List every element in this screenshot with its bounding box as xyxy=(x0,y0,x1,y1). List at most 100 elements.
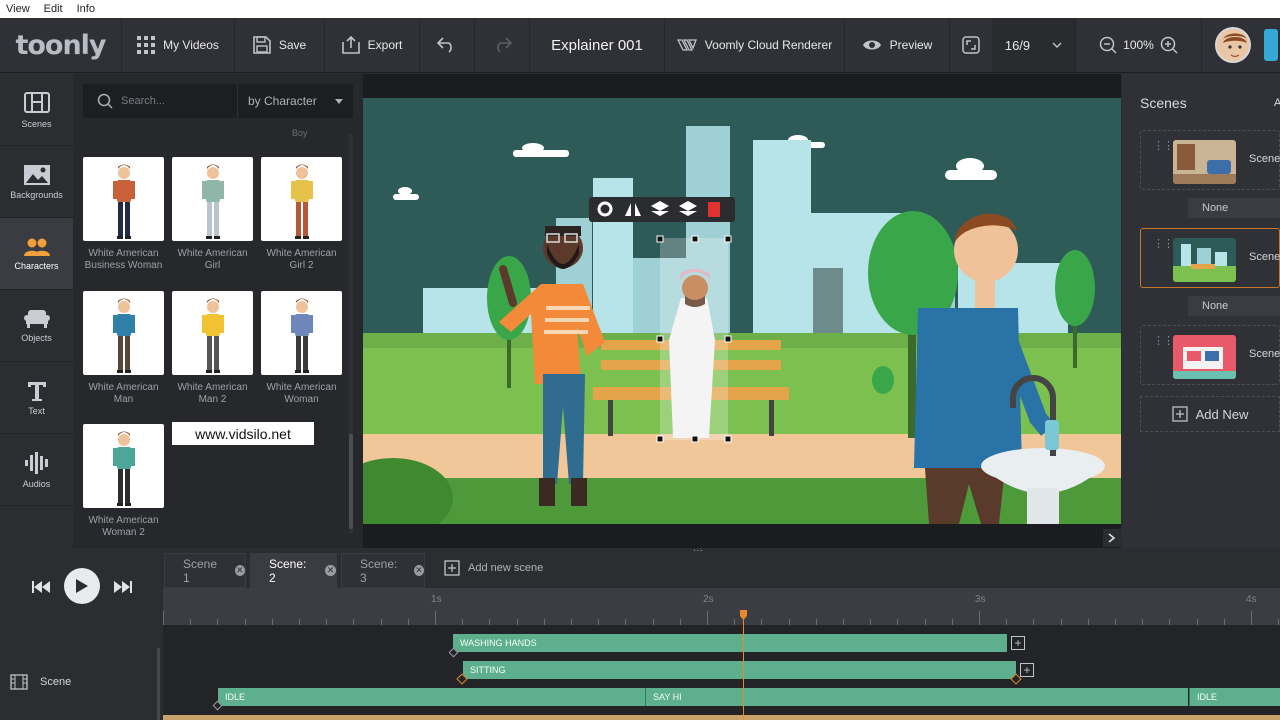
eye-icon xyxy=(862,40,881,50)
delete-icon[interactable] xyxy=(708,202,720,217)
user-avatar-area[interactable] xyxy=(1202,18,1264,72)
undo-button[interactable] xyxy=(420,18,475,72)
preview-button[interactable]: Preview xyxy=(845,18,950,72)
export-button[interactable]: Export xyxy=(325,18,420,72)
scene-card-3[interactable]: ⋮⋮ Scene xyxy=(1140,325,1280,385)
backgrounds-icon xyxy=(23,164,50,185)
scenes-panel-title-extra: A xyxy=(1274,97,1280,109)
scene-name-2: Scene xyxy=(1249,251,1280,263)
filter-select[interactable]: by Character xyxy=(237,84,353,118)
close-icon[interactable]: ✕ xyxy=(325,565,336,576)
close-icon[interactable]: ✕ xyxy=(234,565,245,576)
track-idle-1[interactable]: IDLE xyxy=(218,688,645,706)
export-icon xyxy=(341,36,360,54)
add-new-scene-tab-button[interactable]: Add new scene xyxy=(444,560,543,576)
menu-view[interactable]: View xyxy=(6,3,30,15)
timeline-scene-tabs: ··· Scene 1 ✕ Scene: 2 ✕ Scene: 3 ✕ Add … xyxy=(0,546,1280,588)
scene-name-3: Scene xyxy=(1249,348,1280,360)
track-idle-1-label: IDLE xyxy=(225,692,246,702)
tab-scene-3[interactable]: Scene: 3 ✕ xyxy=(341,553,425,588)
scene-canvas[interactable] xyxy=(363,98,1121,524)
avatar[interactable] xyxy=(1215,27,1251,63)
nav-objects[interactable]: Objects xyxy=(0,290,73,362)
transition-select-2[interactable]: None xyxy=(1188,296,1280,316)
drag-handle-icon[interactable]: ⋮⋮ xyxy=(1153,237,1174,250)
track-sitting[interactable]: SITTING xyxy=(463,661,1016,679)
aspect-ratio-select[interactable]: 16/9 xyxy=(992,18,1076,72)
add-new-scene-button[interactable]: Add New xyxy=(1140,396,1280,432)
character-card[interactable]: White American Man 2 xyxy=(172,291,253,406)
scene-name-1: Scene xyxy=(1249,153,1280,165)
drag-handle-icon[interactable]: ⋮⋮ xyxy=(1153,139,1174,152)
drag-handle-icon[interactable]: ⋮⋮ xyxy=(1153,334,1174,347)
nav-backgrounds[interactable]: Backgrounds xyxy=(0,146,73,218)
character-card[interactable]: White American Man xyxy=(83,291,164,406)
tab-scene-1[interactable]: Scene 1 ✕ xyxy=(164,553,246,588)
add-new-label: Add New xyxy=(1195,406,1249,422)
character-thumbnail xyxy=(83,424,164,508)
save-icon xyxy=(253,36,271,54)
skip-back-icon[interactable] xyxy=(32,580,50,594)
preview-label: Preview xyxy=(889,38,933,52)
character-card[interactable]: White American Woman xyxy=(261,291,342,406)
save-button[interactable]: Save xyxy=(235,18,325,72)
menu-bar: View Edit Info xyxy=(0,0,1280,18)
ruler-tick xyxy=(1251,611,1252,625)
zoom-out-icon[interactable] xyxy=(1099,36,1117,54)
character-card[interactable]: White American Girl 2 xyxy=(261,157,342,272)
my-videos-button[interactable]: My Videos xyxy=(122,18,235,72)
tab-scene-2[interactable]: Scene: 2 ✕ xyxy=(250,553,337,588)
track-sitting-label: SITTING xyxy=(470,665,506,675)
character-thumbnail xyxy=(261,291,342,375)
track-washing-hands[interactable]: WASHING HANDS xyxy=(453,634,1007,652)
chevron-down-icon xyxy=(1052,42,1062,48)
character-thumbnail xyxy=(261,157,342,241)
playhead[interactable] xyxy=(743,612,744,720)
zoom-in-icon[interactable] xyxy=(1160,36,1178,54)
close-icon[interactable]: ✕ xyxy=(413,565,424,576)
tab-scene-2-label: Scene: 2 xyxy=(269,556,307,585)
my-videos-label: My Videos xyxy=(163,38,219,52)
library-scrollbar[interactable] xyxy=(349,134,353,534)
menu-edit[interactable]: Edit xyxy=(44,3,63,15)
character-card[interactable]: White American Business Woman xyxy=(83,157,164,272)
nav-backgrounds-label: Backgrounds xyxy=(10,189,63,200)
selected-character[interactable] xyxy=(660,238,728,440)
scene-card-2[interactable]: ⋮⋮ Scene xyxy=(1140,228,1280,288)
timeline-tracks: WASHING HANDS + SITTING + IDLE SAY HI ID… xyxy=(163,625,1280,720)
panel-resize-handle[interactable]: ··· xyxy=(693,546,703,556)
play-button[interactable] xyxy=(64,568,100,604)
add-track-button[interactable]: + xyxy=(1011,636,1025,650)
search-input[interactable] xyxy=(121,95,236,107)
add-track-button[interactable]: + xyxy=(1020,663,1034,677)
track-scrollbar[interactable] xyxy=(157,648,160,720)
cloud-renderer-button[interactable]: Voomly Cloud Renderer xyxy=(665,18,845,72)
timeline-ruler[interactable]: 1s 2s 3s 4s xyxy=(163,588,1280,625)
character-card[interactable]: White American Girl xyxy=(172,157,253,272)
character-card[interactable]: White American Woman 2 xyxy=(83,424,164,539)
nav-scenes[interactable]: Scenes xyxy=(0,74,73,146)
left-icon-bar: Scenes Backgrounds Characters Objects Te… xyxy=(0,74,73,548)
nav-text[interactable]: Text xyxy=(0,362,73,434)
canvas-next-arrow[interactable] xyxy=(1103,529,1121,547)
partial-label: Boy xyxy=(292,128,308,138)
scene-card-1[interactable]: ⋮⋮ Scene xyxy=(1140,130,1280,190)
aspect-ratio-icon-button[interactable] xyxy=(950,18,992,72)
plus-square-icon xyxy=(1171,406,1188,422)
text-icon xyxy=(27,381,46,401)
canvas-area xyxy=(363,74,1121,548)
track-label-row: Scene xyxy=(10,674,71,690)
track-say-hi[interactable]: SAY HI xyxy=(645,688,1188,706)
menu-info[interactable]: Info xyxy=(77,3,95,15)
nav-characters[interactable]: Characters xyxy=(0,218,73,290)
transport-controls: Scene xyxy=(0,581,163,720)
transition-select-1[interactable]: None xyxy=(1188,198,1280,218)
top-toolbar: toonly My Videos Save Export Explainer 0… xyxy=(0,18,1280,73)
ruler-tick xyxy=(707,611,708,625)
redo-button[interactable] xyxy=(475,18,530,72)
project-title-area[interactable]: Explainer 001 xyxy=(530,18,665,72)
skip-forward-icon[interactable] xyxy=(114,580,132,594)
scene-thumbnail xyxy=(1173,140,1236,184)
nav-audios[interactable]: Audios xyxy=(0,434,73,506)
track-idle-2[interactable]: IDLE xyxy=(1189,688,1280,706)
